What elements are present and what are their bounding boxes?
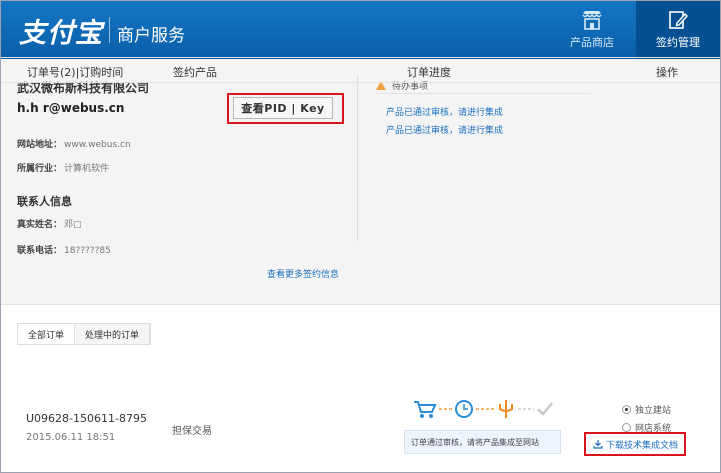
header-subtitle: 商户服务 xyxy=(117,26,185,46)
more-contract-info-link[interactable]: 查看更多签约信息 xyxy=(267,267,339,280)
order-product: 担保交易 xyxy=(172,426,212,437)
todo-title: 待办事项 xyxy=(392,82,429,92)
website-value: www.webus.cn xyxy=(64,140,131,150)
progress-tip: 订单通过审核，请将产品集成至网站 xyxy=(404,430,561,454)
download-highlight-box xyxy=(584,432,686,456)
todo-item[interactable]: 产品已通过审核，请进行集成 xyxy=(386,105,503,118)
industry-value: 计算机软件 xyxy=(64,164,110,174)
header-action: 操作 xyxy=(656,66,678,79)
order-time: 2015.06.11 18:51 xyxy=(26,432,116,443)
cart-icon xyxy=(414,401,437,418)
industry-row: 所属行业： 计算机软件 xyxy=(17,161,109,174)
option-label: 独立建站 xyxy=(635,406,672,416)
todo-divider xyxy=(376,93,591,94)
phone-row: 联系电话： 18?????85 xyxy=(17,243,111,256)
order-tabs: 全部订单 处理中的订单 xyxy=(17,323,152,345)
top-header: 支付宝 商户服务 产品商店 签约管理 xyxy=(1,1,720,59)
nav-product-store-label: 产品商店 xyxy=(570,36,614,49)
header-order-time: 订单号(2)|订购时间 xyxy=(27,66,124,79)
header-product: 签约产品 xyxy=(173,66,217,79)
tab-all-orders[interactable]: 全部订单 xyxy=(18,324,76,344)
radio-selected[interactable] xyxy=(622,405,631,414)
clock-icon xyxy=(455,400,473,418)
info-divider xyxy=(357,75,358,241)
order-number[interactable]: U09628-150611-8795 xyxy=(26,412,147,425)
contact-info-title: 联系人信息 xyxy=(17,195,72,208)
website-label: 网站地址： xyxy=(17,140,63,150)
alipay-logo[interactable]: 支付宝 xyxy=(19,11,103,50)
name-value: 邓□ xyxy=(64,220,82,230)
phone-value: 18?????85 xyxy=(64,246,111,256)
logo-divider xyxy=(109,17,110,43)
option-standalone-site[interactable]: 独立建站 xyxy=(622,403,671,416)
orders-table-header: 订单号(2)|订购时间 签约产品 订单进度 操作 xyxy=(1,57,720,83)
industry-label: 所属行业： xyxy=(17,164,63,174)
nav-product-store[interactable]: 产品商店 xyxy=(554,1,630,59)
header-progress: 订单进度 xyxy=(407,66,451,79)
account-info-panel: 武汉微布斯科技有限公司 h.h r@webus.cn 查看PID | Key 网… xyxy=(1,59,720,305)
integration-icon xyxy=(499,400,513,418)
order-progress-steps xyxy=(414,400,553,418)
pid-highlight-box xyxy=(227,93,344,124)
phone-label: 联系电话： xyxy=(17,246,63,256)
name-row: 真实姓名： 邓□ xyxy=(17,217,82,230)
shop-icon xyxy=(582,11,602,30)
nav-contract-management-label: 签约管理 xyxy=(656,36,700,49)
name-label: 真实姓名： xyxy=(17,220,63,230)
website-row: 网站地址： www.webus.cn xyxy=(17,137,131,150)
account-email: h.h r@webus.cn xyxy=(17,101,125,115)
tab-processing-orders[interactable]: 处理中的订单 xyxy=(75,324,151,344)
radio-unselected[interactable] xyxy=(622,423,631,432)
check-icon xyxy=(537,402,553,416)
todo-item[interactable]: 产品已通过审核，请进行集成 xyxy=(386,123,503,136)
nav-contract-management[interactable]: 签约管理 xyxy=(636,1,720,59)
edit-icon xyxy=(669,11,688,29)
